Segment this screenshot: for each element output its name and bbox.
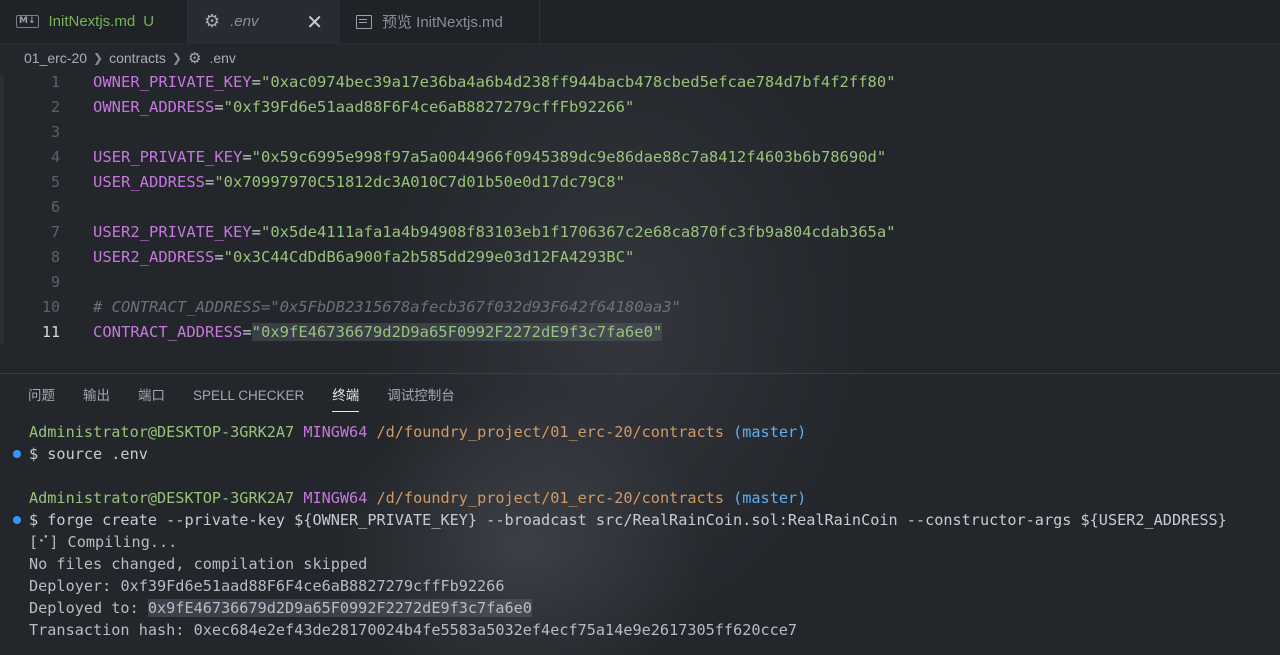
- breadcrumb: 01_erc-20 ❯ contracts ❯ ⚙ .env: [24, 47, 236, 69]
- terminal-output: No files changed, compilation skipped: [29, 555, 368, 573]
- code-line[interactable]: 1 OWNER_PRIVATE_KEY="0xac0974bec39a17e36…: [0, 70, 1280, 95]
- env-key: OWNER_PRIVATE_KEY: [93, 73, 252, 91]
- env-value-selected: "0x9fE46736679d2D9a65F0992F2272dE9f3c7fa…: [251, 323, 663, 341]
- editor-tab-bar: M↓ InitNextjs.md U ⚙ .env ✕ 预览 InitNextj…: [0, 0, 1280, 44]
- line-number: 10: [41, 298, 60, 316]
- terminal-output-deployer: Deployer: 0xf39Fd6e51aad88F6F4ce6aB88272…: [29, 577, 505, 595]
- terminal-output: [⠊] Compiling...: [29, 533, 178, 551]
- env-value: "0x5de4111afa1a4b94908f83103eb1f1706367c…: [260, 223, 896, 241]
- line-number: 3: [50, 123, 60, 141]
- env-value: "0xac0974bec39a17e36ba4a6b4d238ff944bacb…: [260, 73, 896, 91]
- line-number: 4: [50, 148, 60, 166]
- env-key: USER2_ADDRESS: [93, 248, 215, 266]
- code-line-active[interactable]: 11 CONTRACT_ADDRESS="0x9fE46736679d2D9a6…: [0, 320, 1280, 345]
- terminal-prompt: Administrator@DESKTOP-3GRK2A7 MINGW64 /d…: [29, 423, 807, 441]
- terminal-command: $ forge create --private-key ${OWNER_PRI…: [29, 511, 1227, 529]
- chevron-right-icon: ❯: [93, 51, 104, 65]
- untracked-badge: U: [143, 13, 155, 30]
- tab-label: 预览 InitNextjs.md: [382, 14, 503, 31]
- breadcrumb-item-file[interactable]: .env: [209, 50, 235, 66]
- tab-output[interactable]: 输出: [83, 380, 110, 412]
- tab-label: InitNextjs.md: [48, 13, 136, 30]
- terminal-prompt: Administrator@DESKTOP-3GRK2A7 MINGW64 /d…: [29, 489, 807, 507]
- close-icon[interactable]: ✕: [306, 10, 323, 34]
- preview-icon: [356, 14, 372, 29]
- panel-tab-bar: 问题 输出 端口 SPELL CHECKER 终端 调试控制台: [28, 380, 455, 412]
- gear-icon: ⚙: [187, 49, 202, 67]
- code-line[interactable]: 5 USER_ADDRESS="0x70997970C51812dc3A010C…: [0, 170, 1280, 195]
- code-line[interactable]: 4 USER_PRIVATE_KEY="0x59c6995e998f97a5a0…: [0, 145, 1280, 170]
- env-value: "0x59c6995e998f97a5a0044966f0945389dc9e8…: [251, 148, 887, 166]
- line-number: 2: [50, 98, 60, 116]
- code-line[interactable]: 7 USER2_PRIVATE_KEY="0x5de4111afa1a4b949…: [0, 220, 1280, 245]
- terminal-output-deployed: Deployed to: 0x9fE46736679d2D9a65F0992F2…: [29, 599, 532, 617]
- tab-spell-checker[interactable]: SPELL CHECKER: [193, 380, 304, 412]
- breadcrumb-item-contracts[interactable]: contracts: [109, 50, 166, 66]
- tab-preview-initnextjs[interactable]: 预览 InitNextjs.md: [340, 0, 540, 43]
- terminal-command: $ source .env: [29, 445, 148, 463]
- line-number: 8: [50, 248, 60, 266]
- env-key: USER_PRIVATE_KEY: [93, 148, 243, 166]
- tab-env[interactable]: ⚙ .env ✕: [188, 0, 340, 43]
- terminal-output-tx: Transaction hash: 0xec684e2ef43de2817002…: [29, 621, 798, 639]
- line-number: 9: [50, 273, 60, 291]
- gear-icon: ⚙: [204, 11, 221, 32]
- tab-ports[interactable]: 端口: [138, 380, 165, 412]
- command-status-dot[interactable]: [13, 516, 21, 524]
- env-comment: # CONTRACT_ADDRESS="0x5FbDB2315678afecb3…: [93, 298, 681, 316]
- line-number: 11: [41, 323, 60, 341]
- tab-debug-console[interactable]: 调试控制台: [387, 380, 455, 412]
- breadcrumb-item-folder[interactable]: 01_erc-20: [24, 50, 87, 66]
- env-value: "0x3C44CdDdB6a900fa2b585dd299e03d12FA429…: [223, 248, 635, 266]
- tab-initnextjs-md[interactable]: M↓ InitNextjs.md U: [0, 0, 188, 43]
- tab-terminal[interactable]: 终端: [332, 380, 360, 412]
- deployed-address: 0x9fE46736679d2D9a65F0992F2272dE9f3c7fa6…: [147, 599, 532, 617]
- code-line[interactable]: 8 USER2_ADDRESS="0x3C44CdDdB6a900fa2b585…: [0, 245, 1280, 270]
- code-editor[interactable]: 1 OWNER_PRIVATE_KEY="0xac0974bec39a17e36…: [0, 70, 1280, 360]
- env-key: USER_ADDRESS: [93, 173, 205, 191]
- code-line[interactable]: 10 # CONTRACT_ADDRESS="0x5FbDB2315678afe…: [0, 295, 1280, 320]
- line-number: 5: [50, 173, 60, 191]
- code-line[interactable]: 9: [0, 270, 1280, 295]
- line-number: 1: [50, 73, 60, 91]
- panel-divider[interactable]: [0, 373, 1280, 374]
- code-line[interactable]: 2 OWNER_ADDRESS="0xf39Fd6e51aad88F6F4ce6…: [0, 95, 1280, 120]
- line-number: 6: [50, 198, 60, 216]
- chevron-right-icon: ❯: [171, 51, 182, 65]
- command-status-dot[interactable]: [13, 450, 21, 458]
- env-key: OWNER_ADDRESS: [93, 98, 215, 116]
- env-value: "0x70997970C51812dc3A010C7d01b50e0d17dc7…: [214, 173, 625, 191]
- code-line[interactable]: 6: [0, 195, 1280, 220]
- code-line[interactable]: 3: [0, 120, 1280, 145]
- line-number: 7: [50, 223, 60, 241]
- tab-problems[interactable]: 问题: [28, 380, 55, 412]
- markdown-icon: M↓: [16, 15, 39, 28]
- env-key: USER2_PRIVATE_KEY: [93, 223, 252, 241]
- tab-label: .env: [230, 13, 259, 30]
- env-value: "0xf39Fd6e51aad88F6F4ce6aB8827279cffFb92…: [223, 98, 635, 116]
- env-key: CONTRACT_ADDRESS: [93, 323, 243, 341]
